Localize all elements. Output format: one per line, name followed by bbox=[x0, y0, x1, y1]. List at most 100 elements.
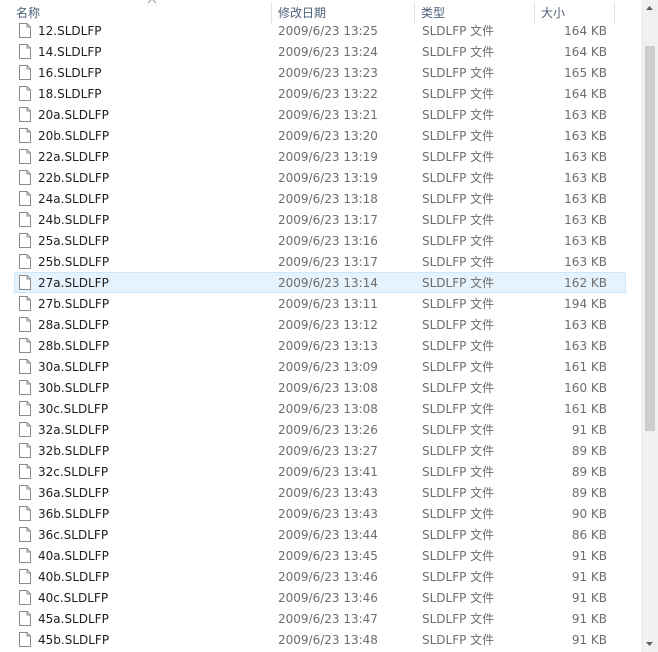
file-icon bbox=[19, 86, 31, 101]
file-row[interactable]: 32c.SLDLFP 2009/6/23 13:41 SLDLFP 文件 89 KB bbox=[14, 461, 626, 482]
file-type: SLDLFP 文件 bbox=[422, 129, 495, 143]
file-size: 163 KB bbox=[564, 171, 607, 185]
file-row[interactable]: 36c.SLDLFP 2009/6/23 13:44 SLDLFP 文件 86 KB bbox=[14, 524, 626, 545]
file-type: SLDLFP 文件 bbox=[422, 549, 495, 563]
file-name: 24a.SLDLFP bbox=[38, 192, 109, 206]
file-icon bbox=[19, 107, 31, 122]
vertical-scrollbar[interactable] bbox=[641, 0, 658, 652]
file-type: SLDLFP 文件 bbox=[422, 150, 495, 164]
scrollbar-thumb[interactable] bbox=[645, 46, 655, 431]
file-size: 164 KB bbox=[564, 24, 607, 38]
file-icon bbox=[19, 380, 31, 395]
file-icon bbox=[19, 443, 31, 458]
file-type: SLDLFP 文件 bbox=[422, 108, 495, 122]
file-size: 91 KB bbox=[571, 570, 607, 584]
file-row[interactable]: 18.SLDLFP 2009/6/23 13:22 SLDLFP 文件 164 KB bbox=[14, 83, 626, 104]
file-size: 163 KB bbox=[564, 213, 607, 227]
file-modified-date: 2009/6/23 13:43 bbox=[278, 507, 378, 521]
file-icon bbox=[19, 401, 31, 416]
file-size: 163 KB bbox=[564, 108, 607, 122]
file-icon bbox=[19, 275, 31, 290]
file-name: 20a.SLDLFP bbox=[38, 108, 109, 122]
file-modified-date: 2009/6/23 13:46 bbox=[278, 570, 378, 584]
file-name: 18.SLDLFP bbox=[38, 87, 102, 101]
file-modified-date: 2009/6/23 13:20 bbox=[278, 129, 378, 143]
file-icon bbox=[19, 149, 31, 164]
file-name: 36a.SLDLFP bbox=[38, 486, 109, 500]
file-type: SLDLFP 文件 bbox=[422, 45, 495, 59]
file-modified-date: 2009/6/23 13:46 bbox=[278, 591, 378, 605]
column-header-type-label: 类型 bbox=[421, 6, 446, 20]
file-row[interactable]: 30c.SLDLFP 2009/6/23 13:08 SLDLFP 文件 161 KB bbox=[14, 398, 626, 419]
file-row[interactable]: 22a.SLDLFP 2009/6/23 13:19 SLDLFP 文件 163 KB bbox=[14, 146, 626, 167]
file-row[interactable]: 25b.SLDLFP 2009/6/23 13:17 SLDLFP 文件 163 KB bbox=[14, 251, 626, 272]
file-row[interactable]: 27b.SLDLFP 2009/6/23 13:11 SLDLFP 文件 194 KB bbox=[14, 293, 626, 314]
file-size: 160 KB bbox=[564, 381, 607, 395]
file-size: 89 KB bbox=[571, 444, 607, 458]
file-icon bbox=[19, 170, 31, 185]
file-name: 40a.SLDLFP bbox=[38, 549, 109, 563]
file-row[interactable]: 36a.SLDLFP 2009/6/23 13:43 SLDLFP 文件 89 KB bbox=[14, 482, 626, 503]
file-type: SLDLFP 文件 bbox=[422, 192, 495, 206]
file-modified-date: 2009/6/23 13:22 bbox=[278, 87, 378, 101]
file-row[interactable]: 20b.SLDLFP 2009/6/23 13:20 SLDLFP 文件 163 KB bbox=[14, 125, 626, 146]
file-row[interactable]: 20a.SLDLFP 2009/6/23 13:21 SLDLFP 文件 163 KB bbox=[14, 104, 626, 125]
scroll-up-arrow-icon[interactable] bbox=[641, 0, 658, 17]
file-type: SLDLFP 文件 bbox=[422, 213, 495, 227]
file-size: 90 KB bbox=[571, 507, 607, 521]
file-modified-date: 2009/6/23 13:17 bbox=[278, 213, 378, 227]
file-row[interactable]: 45a.SLDLFP 2009/6/23 13:47 SLDLFP 文件 91 KB bbox=[14, 608, 626, 629]
file-size: 165 KB bbox=[564, 66, 607, 80]
file-type: SLDLFP 文件 bbox=[422, 87, 495, 101]
file-row[interactable]: 24a.SLDLFP 2009/6/23 13:18 SLDLFP 文件 163 KB bbox=[14, 188, 626, 209]
file-modified-date: 2009/6/23 13:41 bbox=[278, 465, 378, 479]
file-modified-date: 2009/6/23 13:21 bbox=[278, 108, 378, 122]
file-modified-date: 2009/6/23 13:09 bbox=[278, 360, 378, 374]
file-modified-date: 2009/6/23 13:14 bbox=[278, 276, 378, 290]
file-size: 161 KB bbox=[564, 402, 607, 416]
file-size: 164 KB bbox=[564, 87, 607, 101]
file-modified-date: 2009/6/23 13:13 bbox=[278, 339, 378, 353]
file-row[interactable]: 25a.SLDLFP 2009/6/23 13:16 SLDLFP 文件 163 KB bbox=[14, 230, 626, 251]
file-modified-date: 2009/6/23 13:44 bbox=[278, 528, 378, 542]
file-size: 163 KB bbox=[564, 192, 607, 206]
file-size: 163 KB bbox=[564, 318, 607, 332]
file-name: 32c.SLDLFP bbox=[38, 465, 109, 479]
file-name: 27a.SLDLFP bbox=[38, 276, 109, 290]
file-row[interactable]: 30b.SLDLFP 2009/6/23 13:08 SLDLFP 文件 160 KB bbox=[14, 377, 626, 398]
file-type: SLDLFP 文件 bbox=[422, 612, 495, 626]
file-row[interactable]: 14.SLDLFP 2009/6/23 13:24 SLDLFP 文件 164 KB bbox=[14, 41, 626, 62]
file-row[interactable]: 32b.SLDLFP 2009/6/23 13:27 SLDLFP 文件 89 KB bbox=[14, 440, 626, 461]
file-size: 89 KB bbox=[571, 465, 607, 479]
file-icon bbox=[19, 338, 31, 353]
file-row[interactable]: 12.SLDLFP 2009/6/23 13:25 SLDLFP 文件 164 KB bbox=[14, 20, 626, 41]
scroll-down-arrow-icon[interactable] bbox=[641, 635, 658, 652]
file-row[interactable]: 30a.SLDLFP 2009/6/23 13:09 SLDLFP 文件 161 KB bbox=[14, 356, 626, 377]
file-row[interactable]: 16.SLDLFP 2009/6/23 13:23 SLDLFP 文件 165 KB bbox=[14, 62, 626, 83]
file-row[interactable]: 24b.SLDLFP 2009/6/23 13:17 SLDLFP 文件 163 KB bbox=[14, 209, 626, 230]
file-row[interactable]: 40a.SLDLFP 2009/6/23 13:45 SLDLFP 文件 91 KB bbox=[14, 545, 626, 566]
file-row[interactable]: 36b.SLDLFP 2009/6/23 13:43 SLDLFP 文件 90 KB bbox=[14, 503, 626, 524]
file-icon bbox=[19, 191, 31, 206]
file-type: SLDLFP 文件 bbox=[422, 444, 495, 458]
file-row[interactable]: 40c.SLDLFP 2009/6/23 13:46 SLDLFP 文件 91 KB bbox=[14, 587, 626, 608]
file-row[interactable]: 28b.SLDLFP 2009/6/23 13:13 SLDLFP 文件 163 KB bbox=[14, 335, 626, 356]
file-size: 91 KB bbox=[571, 549, 607, 563]
file-size: 163 KB bbox=[564, 150, 607, 164]
file-modified-date: 2009/6/23 13:08 bbox=[278, 381, 378, 395]
file-modified-date: 2009/6/23 13:48 bbox=[278, 633, 378, 647]
file-icon bbox=[19, 65, 31, 80]
file-row[interactable]: 45b.SLDLFP 2009/6/23 13:48 SLDLFP 文件 91 KB bbox=[14, 629, 626, 650]
file-type: SLDLFP 文件 bbox=[422, 486, 495, 500]
file-row[interactable]: 22b.SLDLFP 2009/6/23 13:19 SLDLFP 文件 163 KB bbox=[14, 167, 626, 188]
file-name: 25b.SLDLFP bbox=[38, 255, 110, 269]
file-row[interactable]: 27a.SLDLFP 2009/6/23 13:14 SLDLFP 文件 162 KB bbox=[14, 272, 626, 293]
file-name: 25a.SLDLFP bbox=[38, 234, 109, 248]
file-row[interactable]: 28a.SLDLFP 2009/6/23 13:12 SLDLFP 文件 163 KB bbox=[14, 314, 626, 335]
file-size: 91 KB bbox=[571, 633, 607, 647]
file-icon bbox=[19, 23, 31, 38]
file-row[interactable]: 40b.SLDLFP 2009/6/23 13:46 SLDLFP 文件 91 KB bbox=[14, 566, 626, 587]
file-row[interactable]: 32a.SLDLFP 2009/6/23 13:26 SLDLFP 文件 91 KB bbox=[14, 419, 626, 440]
file-type: SLDLFP 文件 bbox=[422, 591, 495, 605]
file-icon bbox=[19, 212, 31, 227]
